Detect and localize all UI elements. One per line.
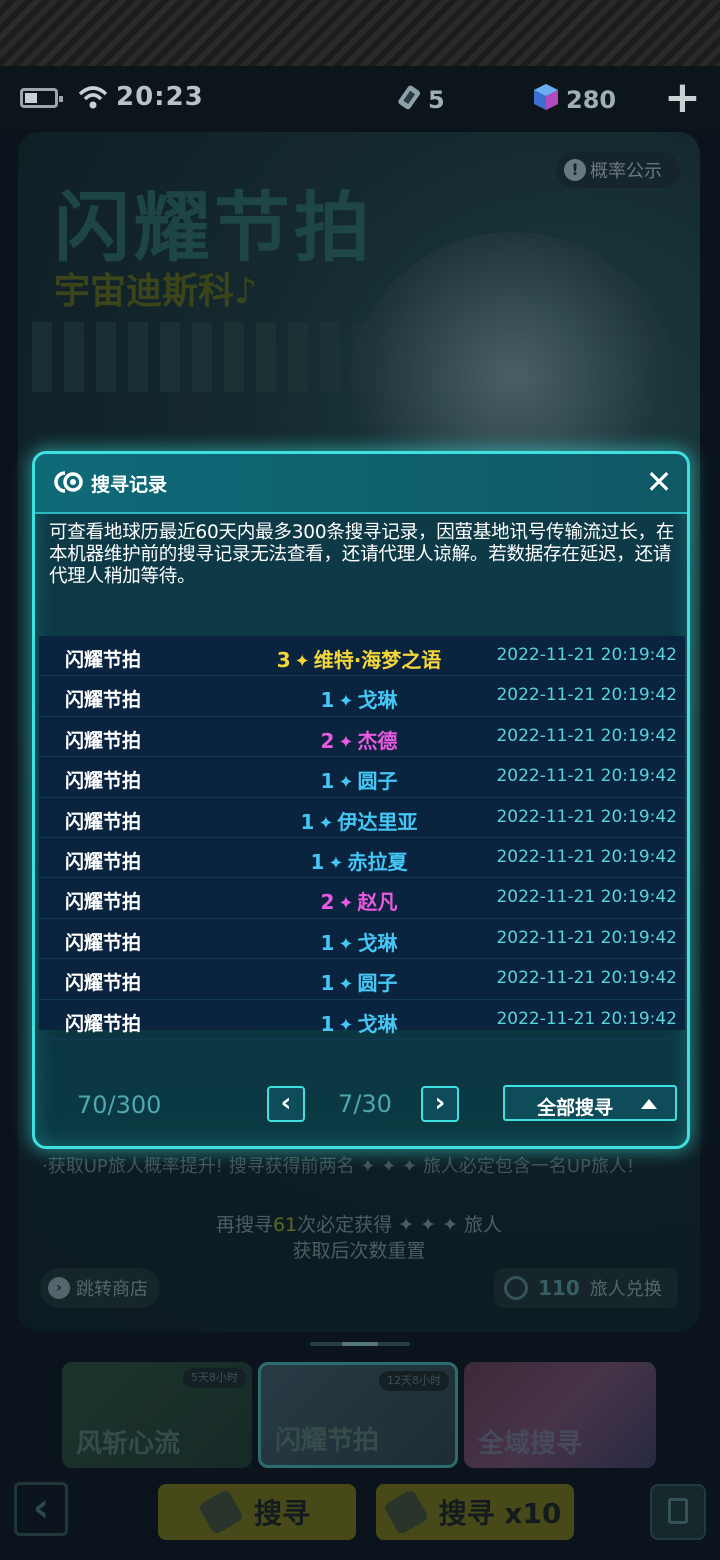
record-name: 圆子 — [357, 971, 398, 996]
record-pool: 闪耀节拍 — [65, 729, 142, 752]
record-pool: 闪耀节拍 — [65, 850, 142, 873]
record-pool: 闪耀节拍 — [65, 931, 142, 954]
record-rarity: 3 — [276, 648, 291, 672]
record-item: 1 ✦ 圆子 — [199, 967, 519, 996]
ticket-count: 5 — [428, 86, 445, 114]
record-rarity: 2 — [320, 890, 335, 915]
search-record-dialog: 搜寻记录 ✕ 可查看地球历最近60天内最多300条搜寻记录，因萤基地讯号传输流过… — [32, 451, 690, 1149]
record-name: 赵凡 — [357, 890, 398, 915]
record-time: 2022-11-21 20:19:42 — [496, 846, 677, 867]
prev-page-button[interactable]: ‹ — [267, 1086, 305, 1122]
record-time: 2022-11-21 20:19:42 — [496, 685, 677, 706]
record-rarity: 1 — [320, 971, 335, 996]
record-item: 2 ✦ 杰德 — [199, 725, 519, 754]
record-rarity: 2 — [320, 728, 335, 753]
record-time: 2022-11-21 20:19:42 — [496, 887, 677, 908]
page-indicator: 7/30 — [338, 1090, 392, 1118]
record-logo-icon — [54, 471, 83, 493]
filter-dropdown[interactable]: 全部搜寻 — [503, 1085, 677, 1121]
star-icon: ✦ — [338, 933, 354, 955]
filter-label: 全部搜寻 — [537, 1097, 614, 1119]
record-row: 闪耀节拍 1 ✦ 赤拉夏 2022-11-21 20:19:42 — [39, 838, 685, 879]
record-row: 闪耀节拍 1 ✦ 戈琳 2022-11-21 20:19:42 — [39, 1000, 685, 1040]
star-icon: ✦ — [338, 1014, 354, 1036]
record-item: 1 ✦ 戈琳 — [199, 684, 519, 713]
record-name: 圆子 — [357, 769, 398, 794]
star-icon: ✦ — [318, 812, 334, 834]
record-item: 1 ✦ 圆子 — [199, 765, 519, 794]
record-total-count: 70/300 — [77, 1091, 162, 1119]
record-row: 闪耀节拍 1 ✦ 戈琳 2022-11-21 20:19:42 — [39, 919, 685, 960]
record-item: 2 ✦ 赵凡 — [199, 886, 519, 915]
record-time: 2022-11-21 20:19:42 — [496, 968, 677, 989]
record-time: 2022-11-21 20:19:42 — [496, 766, 677, 787]
record-rarity: 1 — [320, 1011, 335, 1036]
record-item: 1 ✦ 赤拉夏 — [199, 846, 519, 875]
record-time: 2022-11-21 20:19:42 — [496, 927, 677, 948]
record-item: 3 ✦ 维特·海梦之语 — [199, 644, 519, 673]
record-row: 闪耀节拍 3 ✦ 维特·海梦之语 2022-11-21 20:19:42 — [39, 636, 685, 677]
star-icon: ✦ — [338, 974, 354, 996]
ticket-icon — [398, 85, 421, 110]
record-row: 闪耀节拍 2 ✦ 赵凡 2022-11-21 20:19:42 — [39, 878, 685, 919]
record-time: 2022-11-21 20:19:42 — [496, 1008, 677, 1029]
record-item: 1 ✦ 伊达里亚 — [199, 806, 519, 835]
star-icon: ✦ — [294, 651, 310, 672]
clock: 20:23 — [116, 82, 204, 112]
record-name: 戈琳 — [357, 930, 398, 955]
top-decor-strip — [0, 0, 720, 66]
dialog-title: 搜寻记录 — [91, 474, 168, 496]
record-item: 1 ✦ 戈琳 — [199, 1008, 519, 1037]
record-list: 闪耀节拍 3 ✦ 维特·海梦之语 2022-11-21 20:19:42 闪耀节拍 … — [39, 636, 685, 1040]
record-pool: 闪耀节拍 — [65, 649, 142, 671]
star-icon: ✦ — [338, 691, 354, 713]
record-pool: 闪耀节拍 — [65, 689, 142, 712]
record-row: 闪耀节拍 2 ✦ 杰德 2022-11-21 20:19:42 — [39, 717, 685, 758]
record-name: 戈琳 — [357, 688, 398, 713]
record-row: 闪耀节拍 1 ✦ 戈琳 2022-11-21 20:19:42 — [39, 676, 685, 717]
star-icon: ✦ — [328, 852, 344, 874]
record-time: 2022-11-21 20:19:42 — [496, 806, 677, 827]
record-name: 杰德 — [357, 728, 398, 753]
record-pool: 闪耀节拍 — [65, 770, 142, 793]
record-pool: 闪耀节拍 — [65, 810, 142, 833]
record-name: 赤拉夏 — [347, 849, 408, 874]
record-time: 2022-11-21 20:19:42 — [496, 725, 677, 746]
crystal-cube-icon — [534, 84, 558, 110]
record-rarity: 1 — [300, 809, 315, 834]
wifi-icon — [78, 86, 108, 109]
close-icon[interactable]: ✕ — [641, 464, 677, 500]
record-row: 闪耀节拍 1 ✦ 圆子 2022-11-21 20:19:42 — [39, 959, 685, 1000]
next-page-button[interactable]: › — [421, 1086, 459, 1122]
status-bar: 20:23 5 280 + — [0, 66, 720, 130]
record-rarity: 1 — [320, 769, 335, 794]
record-rarity: 1 — [320, 930, 335, 955]
star-icon: ✦ — [338, 772, 354, 794]
record-item: 1 ✦ 戈琳 — [199, 927, 519, 956]
dialog-notice: 可查看地球历最近60天内最多300条搜寻记录，因萤基地讯号传输流过长，在本机器维… — [49, 522, 675, 587]
record-name: 伊达里亚 — [337, 809, 418, 834]
record-pool: 闪耀节拍 — [65, 972, 142, 995]
star-icon: ✦ — [338, 893, 354, 915]
crystal-count: 280 — [566, 86, 617, 114]
caret-up-icon — [641, 1099, 657, 1109]
record-name: 维特·海梦之语 — [313, 648, 442, 672]
dialog-header: 搜寻记录 ✕ — [35, 454, 687, 514]
record-pool: 闪耀节拍 — [65, 1012, 142, 1035]
star-icon: ✦ — [338, 731, 354, 753]
record-row: 闪耀节拍 1 ✦ 伊达里亚 2022-11-21 20:19:42 — [39, 798, 685, 838]
record-rarity: 1 — [320, 688, 335, 713]
add-crystal-button[interactable]: + — [664, 76, 701, 120]
record-row: 闪耀节拍 1 ✦ 圆子 2022-11-21 20:19:42 — [39, 757, 685, 798]
record-name: 戈琳 — [357, 1011, 398, 1036]
record-rarity: 1 — [310, 849, 325, 874]
record-pool: 闪耀节拍 — [65, 891, 142, 914]
record-time: 2022-11-21 20:19:42 — [496, 645, 677, 665]
battery-icon — [20, 88, 63, 108]
